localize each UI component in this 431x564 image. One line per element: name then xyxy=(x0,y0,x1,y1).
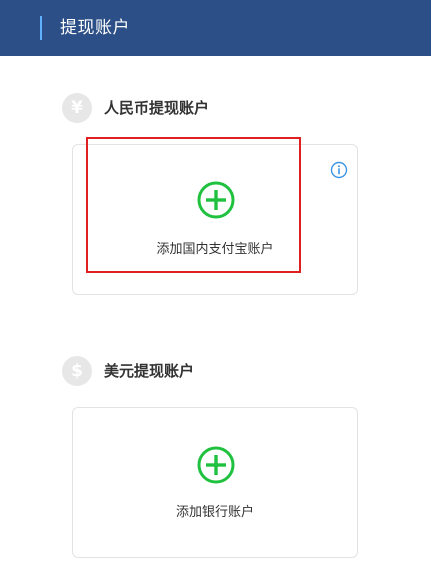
yen-icon: ¥ xyxy=(62,93,92,123)
page-title: 提现账户 xyxy=(60,18,130,38)
section-title-rmb: ¥ 人民币提现账户 xyxy=(62,92,209,124)
section-title-usd: $ 美元提现账户 xyxy=(62,355,194,387)
add-bank-account-card[interactable]: 添加银行账户 xyxy=(72,407,358,558)
section-label-rmb: 人民币提现账户 xyxy=(104,99,210,117)
add-alipay-card[interactable]: 添加国内支付宝账户 xyxy=(72,144,358,295)
add-alipay-label: 添加国内支付宝账户 xyxy=(156,242,274,257)
plus-circle-icon[interactable] xyxy=(197,181,235,219)
plus-circle-icon[interactable] xyxy=(197,446,235,484)
dollar-icon: $ xyxy=(62,356,92,386)
add-bank-account-label: 添加银行账户 xyxy=(175,505,254,520)
info-icon[interactable] xyxy=(330,161,348,179)
section-label-usd: 美元提现账户 xyxy=(104,362,195,380)
page-header: 提现账户 xyxy=(0,0,431,56)
header-accent-bar xyxy=(40,16,42,40)
